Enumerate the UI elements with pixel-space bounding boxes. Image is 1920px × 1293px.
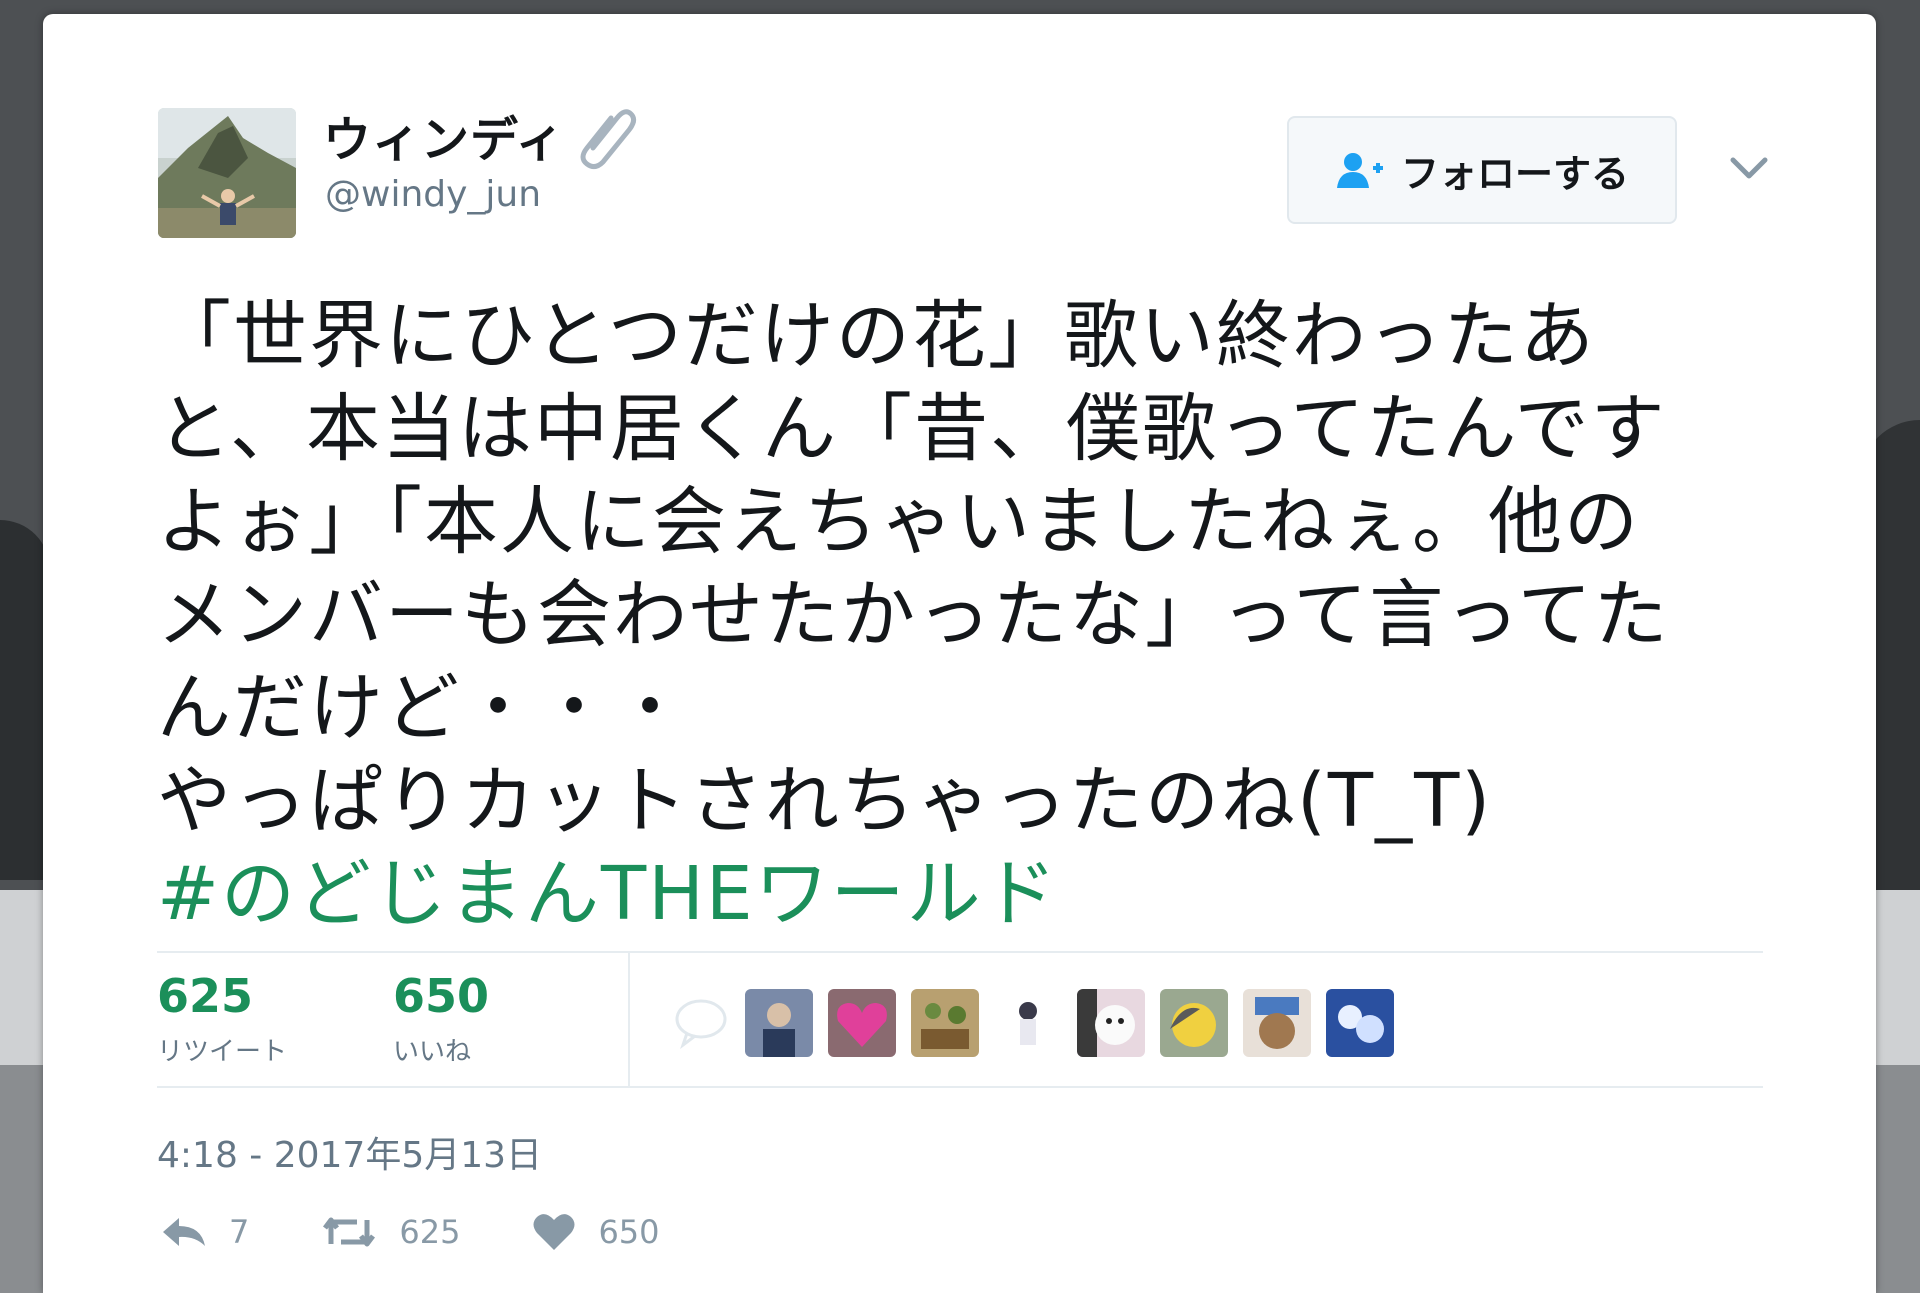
reply-button[interactable]: 7 — [161, 1213, 249, 1251]
tweet-text-line: やっぱりカットされちゃったのね(T_T) — [157, 758, 1493, 844]
liker-avatar[interactable] — [745, 989, 813, 1057]
like-count: 650 — [393, 969, 490, 1023]
tweet-text-line: メンバーも会わせたかったな」って言ってた — [157, 572, 1670, 658]
retweet-count: 625 — [157, 969, 254, 1023]
liker-avatar[interactable] — [828, 989, 896, 1057]
like-button[interactable]: 650 — [532, 1212, 660, 1252]
tweet-text-line: んだけど・・・ — [157, 665, 689, 751]
retweet-stat[interactable]: 625 リツイート — [157, 969, 287, 1068]
tweet-actions: 7 625 650 — [161, 1212, 732, 1252]
follow-button-label: フォローする — [1400, 151, 1629, 196]
tweet-timestamp[interactable]: 4:18 - 2017年5月13日 — [157, 1126, 542, 1178]
retweet-action-count: 625 — [399, 1213, 461, 1251]
liker-avatars — [673, 989, 1409, 1057]
liker-avatar[interactable] — [1243, 989, 1311, 1057]
liker-avatar[interactable] — [1077, 989, 1145, 1057]
chevron-down-icon[interactable] — [1725, 148, 1773, 188]
liker-avatar[interactable] — [994, 989, 1062, 1057]
reply-icon — [163, 1218, 205, 1246]
follow-button[interactable]: フォローする — [1287, 116, 1677, 224]
hashtag-link[interactable]: #のどじまんTHEワールド — [157, 848, 1837, 941]
liker-avatar[interactable] — [911, 989, 979, 1057]
speech-bubble-icon — [675, 999, 727, 1050]
tweet-text-line: よぉ」「本人に会えちゃいましたねぇ。他の — [157, 479, 1640, 565]
add-user-icon — [1336, 153, 1383, 188]
retweet-button[interactable]: 625 — [321, 1213, 460, 1251]
retweet-icon — [323, 1217, 376, 1247]
user-handle[interactable]: @windy_jun — [325, 174, 541, 215]
liker-avatar[interactable] — [1160, 989, 1228, 1057]
liker-avatar[interactable] — [1326, 989, 1394, 1057]
divider — [628, 953, 630, 1086]
display-name[interactable]: ウィンディ — [323, 100, 565, 170]
avatar[interactable] — [158, 108, 296, 238]
tweet-text: 「世界にひとつだけの花」歌い終わったあ と、本当は中居くん「昔、僕歌ってたんです… — [157, 290, 1837, 941]
divider — [157, 1086, 1763, 1088]
divider — [157, 951, 1763, 953]
tweet-text-line: と、本当は中居くん「昔、僕歌ってたんです — [157, 386, 1667, 472]
heart-icon — [533, 1214, 575, 1250]
like-action-count: 650 — [598, 1213, 660, 1251]
paperclip-icon — [580, 109, 636, 170]
tweet-text-line: 「世界にひとつだけの花」歌い終わったあ — [157, 293, 1596, 379]
tweet-card: ウィンディ @windy_jun フォローする 「世界にひとつだけの花」歌い終わ… — [43, 14, 1876, 1293]
retweet-label: リツイート — [157, 1037, 288, 1067]
like-stat[interactable]: 650 いいね — [393, 969, 489, 1068]
like-label: いいね — [393, 1037, 472, 1067]
user-name-row[interactable]: ウィンディ — [323, 100, 637, 170]
reply-count: 7 — [229, 1213, 250, 1251]
